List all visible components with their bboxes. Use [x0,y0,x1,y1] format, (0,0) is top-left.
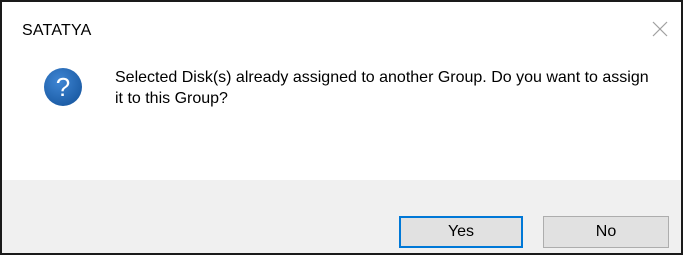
close-button[interactable] [647,16,673,42]
dialog-title: SATATYA [22,22,92,39]
no-button[interactable]: No [543,216,669,248]
title-bar: SATATYA [2,2,681,44]
question-glyph: ? [56,72,70,102]
message-dialog: SATATYA ? Selected Disk(s) already assig… [0,0,683,255]
yes-button[interactable]: Yes [399,216,523,248]
question-icon: ? [43,67,83,107]
button-bar: Yes No [2,180,681,253]
close-icon [652,21,668,37]
dialog-message: Selected Disk(s) already assigned to ano… [115,69,649,107]
